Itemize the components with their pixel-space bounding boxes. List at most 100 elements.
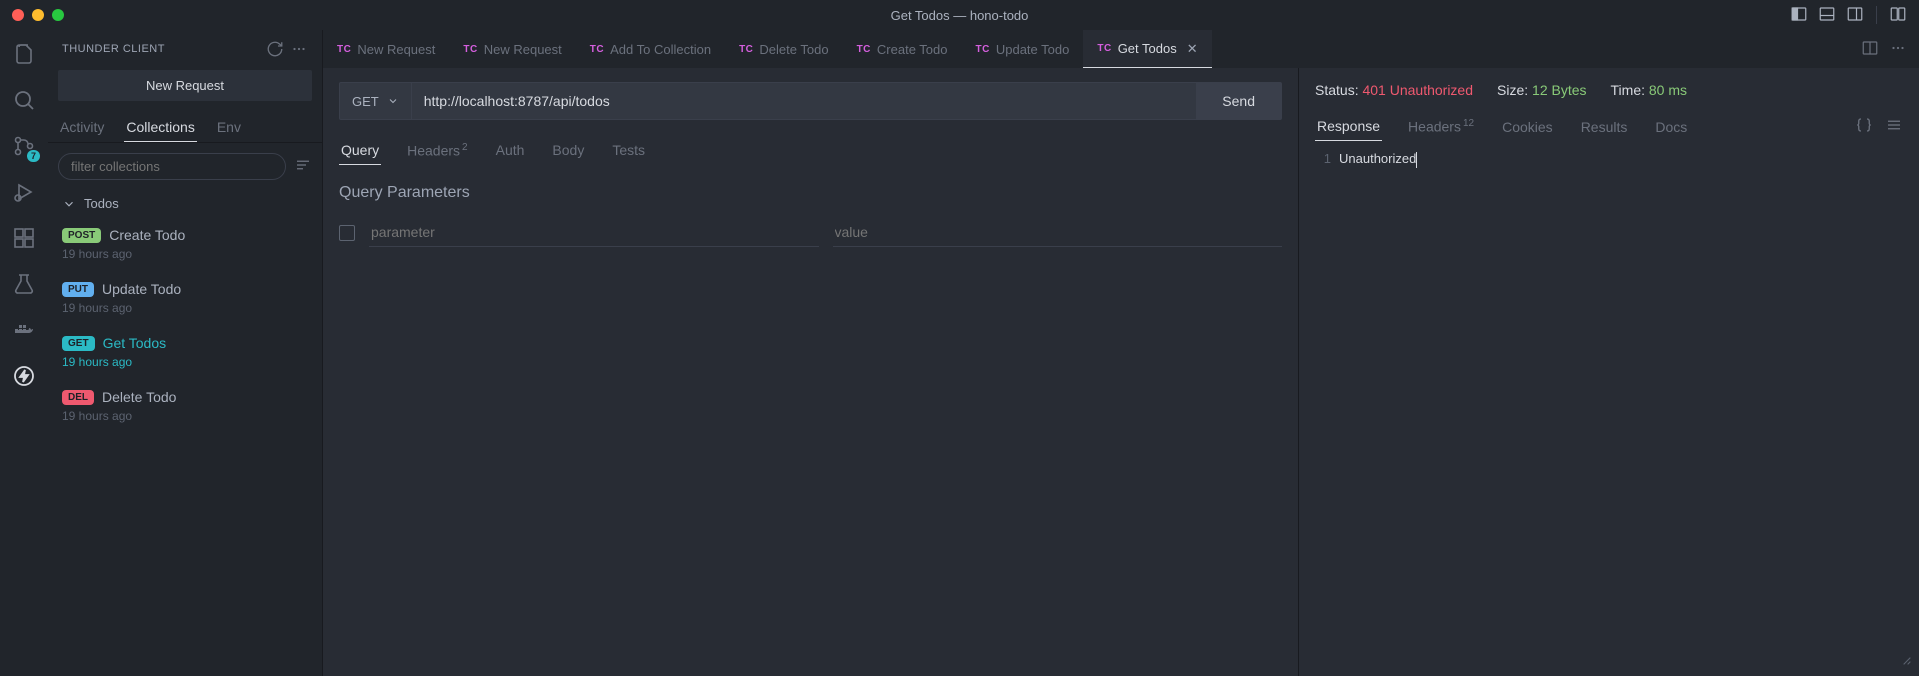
close-icon[interactable]: ✕ <box>1187 41 1198 57</box>
editor-tab[interactable]: TCNew Request <box>323 30 449 68</box>
debug-icon[interactable] <box>10 178 38 206</box>
time-label: Time: <box>1611 82 1645 98</box>
tab-docs[interactable]: Docs <box>1653 113 1689 141</box>
panel-bottom-icon[interactable] <box>1818 5 1836 26</box>
split-editor-icon[interactable] <box>1861 39 1879 60</box>
close-window-icon[interactable] <box>12 9 24 21</box>
method-badge: PUT <box>62 282 94 297</box>
request-item[interactable]: POST Create Todo 19 hours ago <box>62 217 322 271</box>
new-request-button[interactable]: New Request <box>58 70 312 101</box>
editor-tab[interactable]: TC Create Todo <box>843 30 962 68</box>
line-number: 1 <box>1315 151 1339 168</box>
chevron-down-icon <box>62 197 76 211</box>
request-item[interactable]: PUTUpdate Todo19 hours ago <box>62 271 322 325</box>
request-item[interactable]: DELDelete Todo19 hours ago <box>62 379 322 433</box>
method-badge: POST <box>62 228 101 243</box>
collection-toggle[interactable]: Todos <box>48 190 322 217</box>
tab-collections[interactable]: Collections <box>124 113 196 142</box>
tab-headers[interactable]: Headers2 <box>405 136 469 165</box>
beaker-icon[interactable] <box>10 270 38 298</box>
source-control-icon[interactable]: 7 <box>10 132 38 160</box>
tc-badge-icon: TC <box>590 44 604 55</box>
filter-collections-input[interactable] <box>58 153 286 180</box>
resize-icon[interactable] <box>1897 651 1913 670</box>
request-title: Get Todos <box>103 335 167 351</box>
response-pane: Status: 401 Unauthorized Size: 12 Bytes … <box>1299 68 1919 676</box>
tab-label: Create Todo <box>877 42 948 57</box>
menu-icon[interactable] <box>1885 116 1903 137</box>
tc-badge-icon: TC <box>857 44 871 55</box>
tab-activity[interactable]: Activity <box>58 113 106 142</box>
more-icon[interactable] <box>290 40 308 58</box>
tc-badge-icon: TC <box>337 44 351 55</box>
tc-badge-icon: TC <box>463 44 477 55</box>
chevron-down-icon <box>387 95 399 107</box>
response-body-text[interactable]: Unauthorized <box>1339 151 1417 168</box>
layout-icon[interactable] <box>1889 5 1907 26</box>
status-label: Status: <box>1315 82 1359 98</box>
tab-tests[interactable]: Tests <box>610 136 647 165</box>
reload-icon[interactable] <box>266 40 284 58</box>
request-time: 19 hours ago <box>62 355 312 369</box>
request-item[interactable]: GET Get Todos 19 hours ago <box>62 325 322 379</box>
query-parameters-title: Query Parameters <box>339 184 1282 202</box>
explorer-icon[interactable] <box>10 40 38 68</box>
param-checkbox[interactable] <box>339 225 355 241</box>
titlebar: Get Todos — hono-todo <box>0 0 1919 30</box>
tab-body[interactable]: Body <box>550 136 586 165</box>
docker-icon[interactable] <box>10 316 38 344</box>
more-tab-icon[interactable] <box>1889 39 1907 60</box>
tab-query[interactable]: Query <box>339 136 381 165</box>
editor-tab[interactable]: TC Get Todos ✕ <box>1083 30 1211 68</box>
method-badge: GET <box>62 336 95 351</box>
panel-right-icon[interactable] <box>1846 5 1864 26</box>
request-title: Create Todo <box>109 227 185 243</box>
request-time: 19 hours ago <box>62 409 312 423</box>
request-time: 19 hours ago <box>62 247 312 261</box>
braces-icon[interactable] <box>1855 116 1873 137</box>
editor-tab[interactable]: TC New Request <box>449 30 575 68</box>
title-actions <box>1790 5 1907 26</box>
editor-tab[interactable]: TC Update Todo <box>962 30 1084 68</box>
maximize-window-icon[interactable] <box>52 9 64 21</box>
extensions-icon[interactable] <box>10 224 38 252</box>
tc-badge-icon: TC <box>976 44 990 55</box>
tab-label: Get Todos <box>1118 41 1177 56</box>
size-value: 12 Bytes <box>1532 82 1586 98</box>
tab-resp-headers[interactable]: Headers12 <box>1406 112 1476 141</box>
tab-label: New Request <box>484 42 562 57</box>
sidebar-title: THUNDER CLIENT <box>62 43 260 55</box>
size-label: Size: <box>1497 82 1528 98</box>
time-value: 80 ms <box>1649 82 1687 98</box>
tab-response[interactable]: Response <box>1315 112 1382 141</box>
tab-cookies[interactable]: Cookies <box>1500 113 1555 141</box>
tab-env[interactable]: Env <box>215 113 243 142</box>
method-label: GET <box>352 94 379 109</box>
divider <box>1876 6 1877 24</box>
url-input[interactable] <box>412 83 1197 119</box>
minimize-window-icon[interactable] <box>32 9 44 21</box>
menu-icon[interactable] <box>294 156 312 177</box>
param-value-input[interactable] <box>833 218 1283 247</box>
tab-results[interactable]: Results <box>1579 113 1630 141</box>
status-value: 401 Unauthorized <box>1362 82 1473 98</box>
request-title: Update Todo <box>102 281 181 297</box>
editor-tab[interactable]: TC Delete Todo <box>725 30 843 68</box>
window-title: Get Todos — hono-todo <box>891 8 1029 23</box>
tab-auth[interactable]: Auth <box>494 136 527 165</box>
request-title: Delete Todo <box>102 389 176 405</box>
search-icon[interactable] <box>10 86 38 114</box>
tc-badge-icon: TC <box>739 44 753 55</box>
method-select[interactable]: GET <box>340 83 412 119</box>
sidebar: THUNDER CLIENT New Request Activity Coll… <box>48 30 323 676</box>
window-controls <box>12 9 64 21</box>
tab-label: Update Todo <box>996 42 1070 57</box>
request-pane: GET Send Query Headers2 Auth Body Tests … <box>323 68 1299 676</box>
send-button[interactable]: Send <box>1196 83 1281 119</box>
editor-tab[interactable]: TCAdd To Collection <box>576 30 725 68</box>
tab-label: Delete Todo <box>759 42 828 57</box>
param-name-input[interactable] <box>369 218 819 247</box>
tc-badge-icon: TC <box>1097 43 1111 54</box>
thunder-client-icon[interactable] <box>10 362 38 390</box>
panel-left-icon[interactable] <box>1790 5 1808 26</box>
